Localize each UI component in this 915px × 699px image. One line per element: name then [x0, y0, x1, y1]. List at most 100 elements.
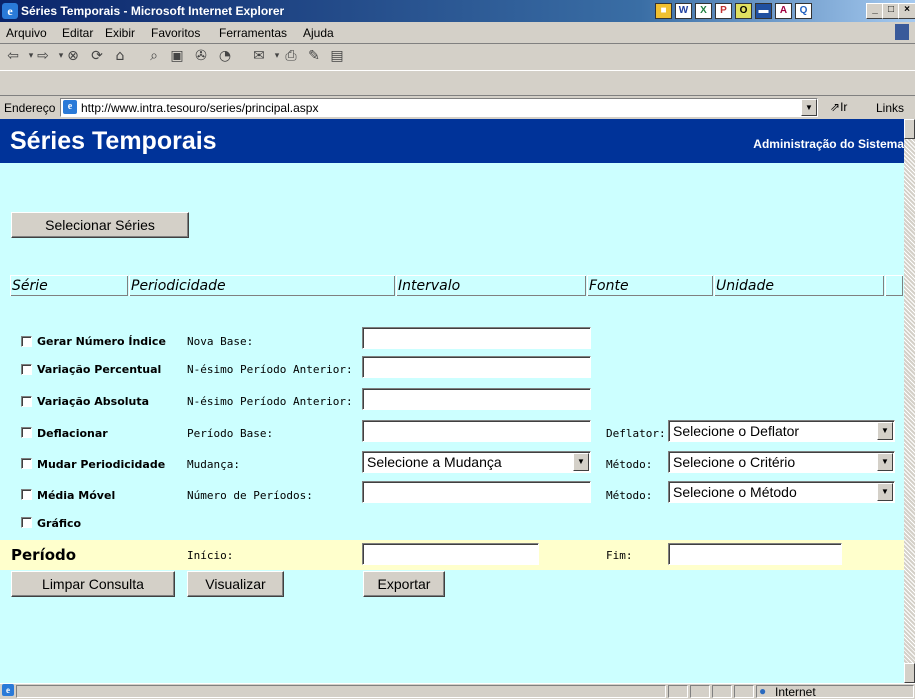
chevron-down-icon[interactable]: ▼ [877, 422, 893, 440]
menu-ferramentas[interactable]: Ferramentas [219, 26, 287, 40]
criterio-select[interactable]: Selecione o Critério ▼ [668, 451, 895, 473]
var-absoluta-label: Variação Absoluta [37, 395, 150, 408]
metodo-select-value: Selecione o Método [673, 484, 797, 500]
refresh-icon[interactable]: ⟳ [88, 48, 106, 65]
page-status-icon: e [2, 684, 14, 696]
media-icon[interactable]: ✇ [192, 48, 210, 65]
discuss-icon[interactable]: ▤ [328, 48, 346, 65]
back-icon[interactable]: ⇦ [4, 48, 22, 65]
search-icon[interactable]: ⌕ [145, 48, 163, 65]
periodo-row: Período Início: Fim: [0, 540, 904, 570]
chevron-down-icon[interactable]: ▼ [573, 453, 589, 471]
exportar-button[interactable]: Exportar [363, 571, 445, 597]
admin-link[interactable]: Administração do Sistema [753, 137, 904, 151]
status-bar: e ● Internet [0, 683, 915, 699]
menu-favoritos[interactable]: Favoritos [151, 26, 200, 40]
metodo-label: Método: [606, 458, 653, 471]
vertical-scrollbar[interactable] [904, 119, 915, 683]
window-title: Séries Temporais - Microsoft Internet Ex… [21, 4, 285, 18]
menu-arquivo[interactable]: Arquivo [6, 26, 47, 40]
var-absoluta-input[interactable] [362, 388, 591, 410]
select-series-button[interactable]: Selecionar Séries [11, 212, 189, 238]
limpar-consulta-button[interactable]: Limpar Consulta [11, 571, 175, 597]
outlook-icon[interactable]: O [735, 3, 752, 19]
links-label[interactable]: Links [876, 101, 904, 115]
column-header-fonte: Fonte [587, 275, 713, 296]
scrollbar-up-arrow[interactable] [904, 119, 915, 139]
title-bar: e Séries Temporais - Microsoft Internet … [0, 0, 915, 22]
status-box-3 [712, 685, 732, 698]
mudanca-select[interactable]: Selecione a Mudança ▼ [362, 451, 591, 473]
chevron-down-icon[interactable]: ▼ [877, 453, 893, 471]
address-input[interactable]: e http://www.intra.tesouro/series/princi… [60, 98, 818, 117]
edit-icon[interactable]: ✎ [305, 48, 323, 65]
go-arrow-icon: ⇗ [830, 100, 841, 114]
acrobat-icon[interactable]: A [775, 3, 792, 19]
address-bar: Endereço e http://www.intra.tesouro/seri… [0, 95, 915, 120]
chevron-down-icon[interactable]: ▼ [801, 99, 817, 116]
favorites-icon[interactable]: ▣ [168, 48, 186, 65]
media-movel-label: Média Móvel [37, 489, 116, 502]
page-title: Séries Temporais [10, 127, 217, 155]
standard-toolbar: ⇦ ▾ ⇨ ▾ ⊗ ⟳ ⌂ ⌕ ▣ ✇ ◔ ✉ ▾ ⎙ ✎ ▤ [0, 43, 915, 71]
print-icon[interactable]: ⎙ [282, 48, 300, 65]
menu-exibir[interactable]: Exibir [105, 26, 135, 40]
internet-globe-icon: ● [759, 684, 767, 698]
var-percentual-input[interactable] [362, 356, 591, 378]
grafico-label: Gráfico [37, 517, 82, 530]
numero-periodos-label: Número de Períodos: [187, 489, 313, 502]
status-text-box [16, 685, 666, 698]
search-app-icon[interactable]: Q [795, 3, 812, 19]
home-icon[interactable]: ⌂ [111, 48, 129, 65]
scrollbar-down-arrow[interactable] [904, 663, 915, 683]
media-movel-checkbox[interactable] [21, 489, 32, 500]
column-header-periodicidade: Periodicidade [129, 275, 395, 296]
page-content: Séries Temporais Administração do Sistem… [0, 119, 904, 683]
fim-input[interactable] [668, 543, 842, 565]
address-url[interactable]: http://www.intra.tesouro/series/principa… [81, 101, 318, 115]
periodo-base-label: Período Base: [187, 427, 274, 440]
metodo-select[interactable]: Selecione o Método ▼ [668, 481, 895, 503]
address-label: Endereço [4, 101, 56, 115]
powerpoint-icon[interactable]: P [715, 3, 732, 19]
mail-icon[interactable]: ✉ [250, 48, 268, 65]
nova-base-input[interactable] [362, 327, 591, 349]
excel-icon[interactable]: X [695, 3, 712, 19]
close-button[interactable]: × [898, 3, 915, 19]
periodo-base-input[interactable] [362, 420, 591, 442]
var-percentual-checkbox[interactable] [21, 364, 32, 375]
page-banner: Séries Temporais Administração do Sistem… [0, 119, 904, 163]
forward-icon[interactable]: ⇨ [34, 48, 52, 65]
history-icon[interactable]: ◔ [216, 48, 234, 65]
word-icon[interactable]: W [675, 3, 692, 19]
var-absoluta-checkbox[interactable] [21, 396, 32, 407]
mudar-periodicidade-label: Mudar Periodicidade [37, 458, 166, 471]
stop-icon[interactable]: ⊗ [64, 48, 82, 65]
deflator-label: Deflator: [606, 427, 666, 440]
fim-label: Fim: [606, 549, 633, 562]
status-box-4 [734, 685, 754, 698]
taskbar-app-icon[interactable]: ■ [655, 3, 672, 19]
go-button[interactable]: ⇗Ir [830, 100, 847, 114]
gerar-indice-checkbox[interactable] [21, 336, 32, 347]
gerar-indice-label: Gerar Número Índice [37, 335, 166, 348]
menu-ajuda[interactable]: Ajuda [303, 26, 334, 40]
var-percentual-label: Variação Percentual [37, 363, 162, 376]
menu-bar: Arquivo Editar Exibir Favoritos Ferramen… [0, 22, 915, 44]
mudar-periodicidade-checkbox[interactable] [21, 458, 32, 469]
ie-logo-icon: e [2, 3, 18, 19]
column-header-unidade: Unidade [714, 275, 884, 296]
chevron-down-icon[interactable]: ▼ [877, 483, 893, 501]
column-header-serie: Série [10, 275, 128, 296]
page-icon: e [63, 100, 77, 114]
menu-editar[interactable]: Editar [62, 26, 93, 40]
inicio-input[interactable] [362, 543, 539, 565]
numero-periodos-input[interactable] [362, 481, 591, 503]
visualizar-button[interactable]: Visualizar [187, 571, 284, 597]
deflacionar-checkbox[interactable] [21, 427, 32, 438]
deflator-select[interactable]: Selecione o Deflator ▼ [668, 420, 895, 442]
windows-logo-icon [895, 24, 909, 40]
grafico-checkbox[interactable] [21, 517, 32, 528]
desktop-icon[interactable]: ▬ [755, 3, 772, 19]
